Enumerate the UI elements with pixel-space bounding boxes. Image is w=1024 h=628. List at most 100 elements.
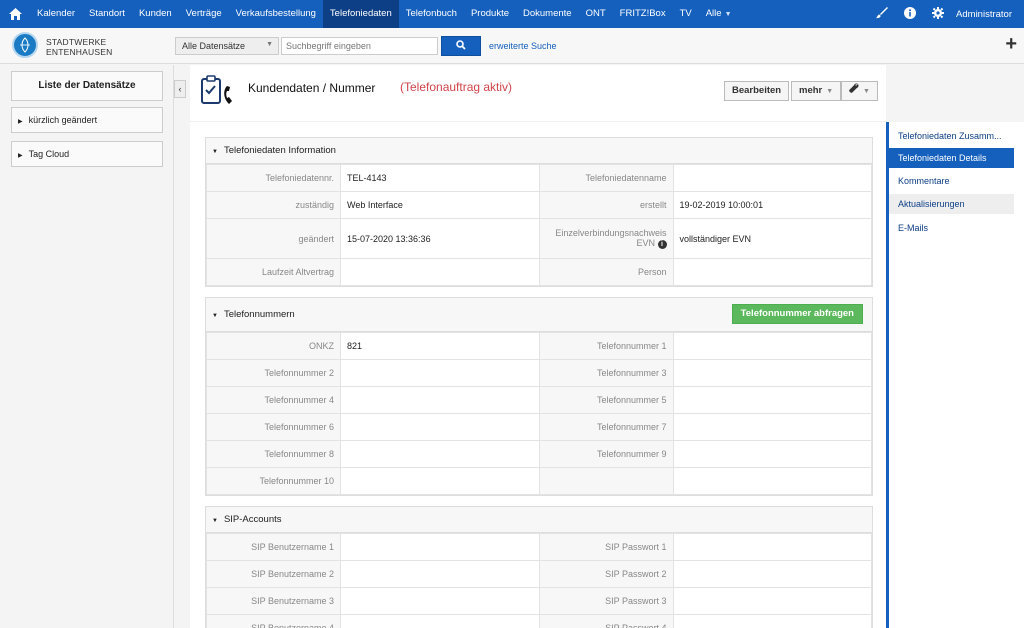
nav-item-telefonbuch[interactable]: Telefonbuch: [399, 0, 464, 28]
field-value[interactable]: [672, 413, 872, 441]
field-value[interactable]: [672, 560, 872, 588]
brush-icon[interactable]: [876, 6, 889, 22]
field-value[interactable]: [672, 614, 872, 628]
field-value[interactable]: [340, 533, 540, 561]
field-value[interactable]: 821: [340, 332, 540, 360]
advanced-search-link[interactable]: erweiterte Suche: [489, 41, 557, 51]
table-row: Telefonnummer 8 Telefonnummer 9: [206, 440, 872, 468]
table-row: SIP Benutzername 2 SIP Passwort 2: [206, 560, 872, 588]
info-table: Telefoniedatennr. TEL-4143 Telefoniedate…: [206, 164, 872, 286]
triangle-down-icon: ▼: [212, 149, 218, 155]
field-label: Telefonnummer 8: [206, 440, 341, 468]
nav-item-kunden[interactable]: Kunden: [132, 0, 179, 28]
detail-nav-item[interactable]: Kommentare: [889, 171, 1014, 191]
field-value[interactable]: [672, 359, 872, 387]
info-panel-header[interactable]: ▼ Telefoniedaten Information: [206, 138, 872, 164]
nav-item-tv[interactable]: TV: [673, 0, 699, 28]
field-value[interactable]: [672, 587, 872, 615]
nav-item-label: ONT: [585, 8, 606, 19]
home-icon[interactable]: [0, 0, 30, 28]
field-label: Telefonnummer 7: [538, 413, 674, 441]
field-label: Telefonnummer 2: [206, 359, 341, 387]
edit-button[interactable]: Bearbeiten: [724, 81, 790, 101]
main-content: Kundendaten / Nummer (Telefonauftrag akt…: [190, 65, 886, 628]
phone-numbers-panel: ▼ Telefonnummern Telefonnummer abfragen O…: [205, 297, 873, 496]
field-value[interactable]: [672, 332, 872, 360]
nav-item-produkte[interactable]: Produkte: [464, 0, 516, 28]
nav-item-verkaufsbestellung[interactable]: Verkaufsbestellung: [229, 0, 323, 28]
phone-numbers-panel-header[interactable]: ▼ Telefonnummern Telefonnummer abfragen: [206, 298, 872, 332]
sip-accounts-panel-header[interactable]: ▼ SIP-Accounts: [206, 507, 872, 533]
left-sidebar: Liste der Datensätze ▶ kürzlich geändert …: [0, 65, 174, 628]
nav-item-fritz-box[interactable]: FRITZ!Box: [613, 0, 673, 28]
field-value: 15-07-2020 13:36:36: [340, 218, 540, 259]
field-label: Telefonnummer 3: [538, 359, 674, 387]
nav-item-telefoniedaten[interactable]: Telefoniedaten: [322, 0, 399, 28]
field-value[interactable]: [340, 386, 540, 414]
field-label: geändert: [206, 218, 341, 259]
table-row: Laufzeit Altvertrag Person: [206, 258, 872, 286]
plus-icon[interactable]: +: [1005, 33, 1017, 56]
field-value[interactable]: [340, 587, 540, 615]
nav-item-standort[interactable]: Standort: [82, 0, 132, 28]
field-value[interactable]: [340, 440, 540, 468]
detail-nav-item[interactable]: Aktualisierungen: [889, 194, 1014, 214]
nav-item-alle[interactable]: Alle ▼: [699, 0, 739, 28]
field-value[interactable]: [672, 386, 872, 414]
gear-icon[interactable]: [932, 6, 945, 22]
triangle-right-icon: ▶: [18, 119, 23, 125]
field-value[interactable]: [672, 533, 872, 561]
field-value[interactable]: [672, 467, 872, 495]
nav-item-label: Verträge: [185, 8, 222, 19]
nav-item-ont[interactable]: ONT: [579, 0, 613, 28]
assigned-user-link[interactable]: Web Interface: [340, 191, 540, 219]
record-filter-select[interactable]: Alle Datensätze ▼: [175, 37, 279, 55]
sip-accounts-panel: ▼ SIP-Accounts SIP Benutzername 1 SIP Pass…: [205, 506, 873, 628]
chevron-down-icon: ▼: [863, 88, 870, 95]
sip-accounts-table: SIP Benutzername 1 SIP Passwort 1 SIP Benu…: [206, 533, 872, 628]
nav-item-label: Standort: [89, 8, 125, 19]
field-label: [538, 467, 674, 495]
field-label: Telefonnummer 1: [538, 332, 674, 360]
nav-item-kalender[interactable]: Kalender: [30, 0, 82, 28]
table-row: Telefonnummer 2 Telefonnummer 3: [206, 359, 872, 387]
query-phone-number-button[interactable]: Telefonnummer abfragen: [731, 304, 863, 324]
record-title: Kundendaten / Nummer: [248, 81, 376, 95]
search-input[interactable]: [281, 37, 438, 55]
record-list-button[interactable]: Liste der Datensätze: [11, 71, 163, 101]
field-label: SIP Passwort 2: [538, 560, 674, 588]
field-value[interactable]: [340, 560, 540, 588]
field-label: SIP Benutzername 1: [206, 533, 341, 561]
info-icon[interactable]: i: [657, 239, 667, 249]
collapse-sidebar-button[interactable]: ‹: [174, 80, 186, 98]
field-value[interactable]: [340, 413, 540, 441]
nav-item-label: FRITZ!Box: [619, 8, 666, 19]
field-label: Einzelverbindungsnachweis EVN i: [538, 218, 674, 259]
nav-item-verträge[interactable]: Verträge: [179, 0, 229, 28]
recently-changed-toggle[interactable]: ▶ kürzlich geändert: [11, 107, 163, 133]
table-row: Telefonnummer 10: [206, 467, 872, 495]
tools-button[interactable]: ▼: [841, 81, 878, 101]
field-value[interactable]: [340, 359, 540, 387]
info-icon[interactable]: [904, 6, 917, 22]
nav-item-dokumente[interactable]: Dokumente: [516, 0, 579, 28]
record-status: (Telefonauftrag aktiv): [400, 80, 513, 94]
field-value[interactable]: [340, 467, 540, 495]
field-label: Person: [538, 258, 674, 286]
detail-nav-item[interactable]: Telefoniedaten Details: [889, 148, 1014, 168]
nav-item-label: Verkaufsbestellung: [235, 8, 316, 19]
tag-cloud-toggle[interactable]: ▶ Tag Cloud: [11, 141, 163, 167]
more-button[interactable]: mehr ▼: [791, 81, 842, 101]
field-value[interactable]: [340, 614, 540, 628]
user-menu[interactable]: Administrator: [952, 9, 1024, 20]
search-button[interactable]: [441, 36, 481, 56]
nav-item-label: Kalender: [37, 8, 76, 19]
field-label: erstellt: [538, 191, 674, 219]
nav-item-label: Telefoniedaten: [329, 8, 392, 19]
field-value[interactable]: [672, 440, 872, 468]
triangle-down-icon: ▼: [212, 518, 218, 524]
detail-nav-item[interactable]: E-Mails: [889, 218, 1014, 238]
nav-item-label: Dokumente: [523, 8, 572, 19]
table-row: SIP Benutzername 3 SIP Passwort 3: [206, 587, 872, 615]
detail-nav-item[interactable]: Telefoniedaten Zusamm...: [889, 126, 1014, 146]
